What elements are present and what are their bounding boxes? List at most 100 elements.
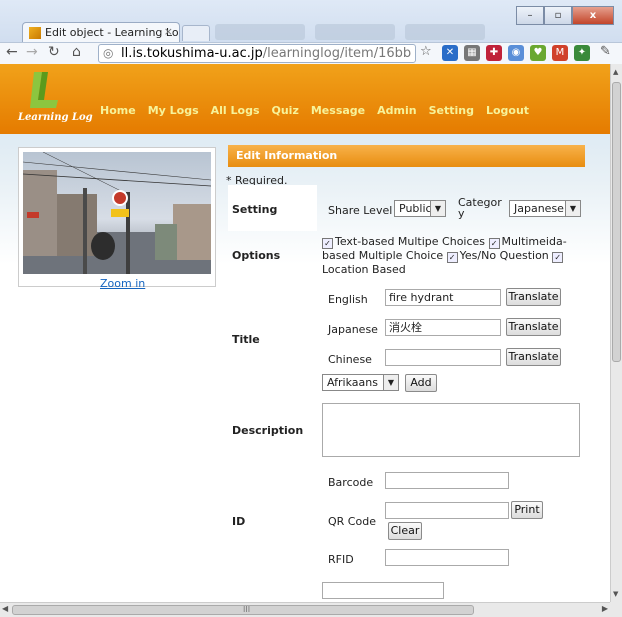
minimize-button[interactable]: –: [516, 6, 544, 25]
reload-icon[interactable]: ↻: [48, 44, 60, 60]
checkbox-checked-icon[interactable]: ✓: [552, 252, 564, 263]
blurred-tab[interactable]: [405, 24, 485, 40]
options-label: Options: [232, 249, 281, 262]
english-title-input[interactable]: fire hydrant: [385, 289, 501, 306]
zoom-in-link[interactable]: Zoom in: [100, 277, 145, 290]
qrcode-input[interactable]: [385, 502, 509, 519]
barcode-label: Barcode: [328, 476, 374, 489]
window-controls: – ▫ x: [516, 6, 614, 25]
blurred-tab[interactable]: [215, 24, 305, 40]
nav-my-logs[interactable]: My Logs: [148, 104, 199, 117]
japanese-label: Japanese: [328, 323, 378, 336]
description-textarea[interactable]: [322, 403, 580, 457]
url-host: ll.is.tokushima-u.ac.jp: [121, 46, 263, 61]
clear-button[interactable]: Clear: [388, 522, 422, 540]
horizontal-scroll-thumb[interactable]: III: [12, 605, 474, 615]
category-label: Categor y: [458, 196, 502, 220]
extension-icon[interactable]: ✕: [442, 45, 458, 61]
new-tab-button[interactable]: [182, 25, 210, 41]
chevron-down-icon: ▼: [565, 201, 580, 216]
home-icon[interactable]: ⌂: [72, 44, 81, 60]
nav-all-logs[interactable]: All Logs: [211, 104, 260, 117]
share-level-label: Share Level: [328, 204, 393, 217]
window-close-button[interactable]: x: [572, 6, 614, 25]
share-level-value: Public: [399, 202, 432, 215]
nav-setting[interactable]: Setting: [429, 104, 474, 117]
section-title: Edit Information: [228, 145, 585, 167]
nav-admin[interactable]: Admin: [377, 104, 416, 117]
street-photo-illustration: [23, 152, 211, 274]
back-icon[interactable]: ←: [6, 44, 18, 60]
nav-quiz[interactable]: Quiz: [272, 104, 299, 117]
browser-toolbar: ← → ↻ ⌂ ◎ ll.is.tokushima-u.ac.jp/learni…: [0, 42, 622, 65]
language-select[interactable]: Afrikaans ▼: [322, 374, 399, 391]
wrench-icon[interactable]: ✎: [600, 44, 611, 59]
extension-icon[interactable]: ♥: [530, 45, 546, 61]
browser-chrome: Edit object - Learning Lo × – ▫ x ← → ↻ …: [0, 0, 622, 65]
rfid-input[interactable]: [385, 549, 509, 566]
address-bar[interactable]: ◎ ll.is.tokushima-u.ac.jp/learninglog/it…: [98, 44, 416, 63]
checkbox-checked-icon[interactable]: ✓: [446, 252, 458, 263]
logo-text: Learning Log: [18, 112, 93, 123]
partial-input[interactable]: [322, 582, 444, 599]
scroll-down-icon[interactable]: ▼: [613, 590, 618, 598]
nav-home[interactable]: Home: [100, 104, 136, 117]
blurred-tab[interactable]: [315, 24, 395, 40]
extension-icon[interactable]: ✚: [486, 45, 502, 61]
extension-icon[interactable]: ✦: [574, 45, 590, 61]
scroll-thumb[interactable]: [612, 82, 621, 362]
share-level-select[interactable]: Public ▼: [394, 200, 446, 217]
id-label: ID: [232, 515, 246, 528]
chevron-down-icon: ▼: [430, 201, 445, 216]
forward-icon[interactable]: →: [26, 44, 38, 60]
scrollbar-corner: [610, 602, 622, 617]
globe-icon: ◎: [103, 46, 114, 60]
rfid-label: RFID: [328, 553, 354, 566]
category-select[interactable]: Japanese ▼: [509, 200, 581, 217]
site-header: Learning Log Home My Logs All Logs Quiz …: [0, 64, 610, 134]
url-path: /learninglog/item/16bb: [262, 46, 412, 61]
translate-japanese-button[interactable]: Translate: [506, 318, 561, 336]
horizontal-scrollbar[interactable]: ◀ III ▶: [0, 602, 610, 617]
translate-english-button[interactable]: Translate: [506, 288, 561, 306]
star-icon[interactable]: ☆: [420, 44, 432, 59]
title-label: Title: [232, 333, 260, 346]
print-button[interactable]: Print: [511, 501, 543, 519]
option-yes-no[interactable]: ✓ Yes/No Question: [446, 249, 549, 263]
extension-icon[interactable]: ▦: [464, 45, 480, 61]
object-photo[interactable]: [23, 152, 211, 274]
qrcode-label: QR Code: [328, 515, 376, 528]
favicon-icon: [29, 27, 41, 39]
options-checkboxes: ✓ Text-based Multipe Choices ✓ Multimeida-…: [322, 235, 584, 276]
japanese-title-input[interactable]: 消火栓: [385, 319, 501, 336]
logo-l-icon: [30, 72, 58, 108]
translate-chinese-button[interactable]: Translate: [506, 348, 561, 366]
english-label: English: [328, 293, 368, 306]
vertical-scrollbar[interactable]: ▲ ▼: [610, 64, 622, 602]
maximize-button[interactable]: ▫: [544, 6, 572, 25]
description-label: Description: [232, 424, 304, 437]
barcode-input[interactable]: [385, 472, 509, 489]
page-content: Learning Log Home My Logs All Logs Quiz …: [0, 64, 610, 602]
chevron-down-icon: ▼: [383, 375, 398, 390]
language-value: Afrikaans: [327, 376, 378, 389]
site-logo[interactable]: Learning Log: [18, 68, 93, 130]
extension-icon[interactable]: ◉: [508, 45, 524, 61]
main-nav: Home My Logs All Logs Quiz Message Admin…: [100, 104, 529, 117]
tab-close-icon[interactable]: ×: [164, 25, 173, 38]
nav-message[interactable]: Message: [311, 104, 365, 117]
chinese-title-input[interactable]: [385, 349, 501, 366]
checkbox-checked-icon[interactable]: ✓: [488, 238, 500, 249]
checkbox-checked-icon[interactable]: ✓: [322, 238, 333, 249]
chinese-label: Chinese: [328, 353, 372, 366]
scroll-up-icon[interactable]: ▲: [613, 68, 618, 76]
nav-logout[interactable]: Logout: [486, 104, 529, 117]
browser-tab[interactable]: Edit object - Learning Lo ×: [22, 22, 180, 42]
option-text-multiple-choice[interactable]: ✓ Text-based Multipe Choices: [322, 235, 485, 249]
scroll-right-icon[interactable]: ▶: [602, 604, 608, 613]
extension-icon[interactable]: M: [552, 45, 568, 61]
category-value: Japanese: [514, 202, 564, 215]
add-language-button[interactable]: Add: [405, 374, 437, 392]
scroll-grip: III: [243, 605, 251, 614]
scroll-left-icon[interactable]: ◀: [2, 604, 8, 613]
